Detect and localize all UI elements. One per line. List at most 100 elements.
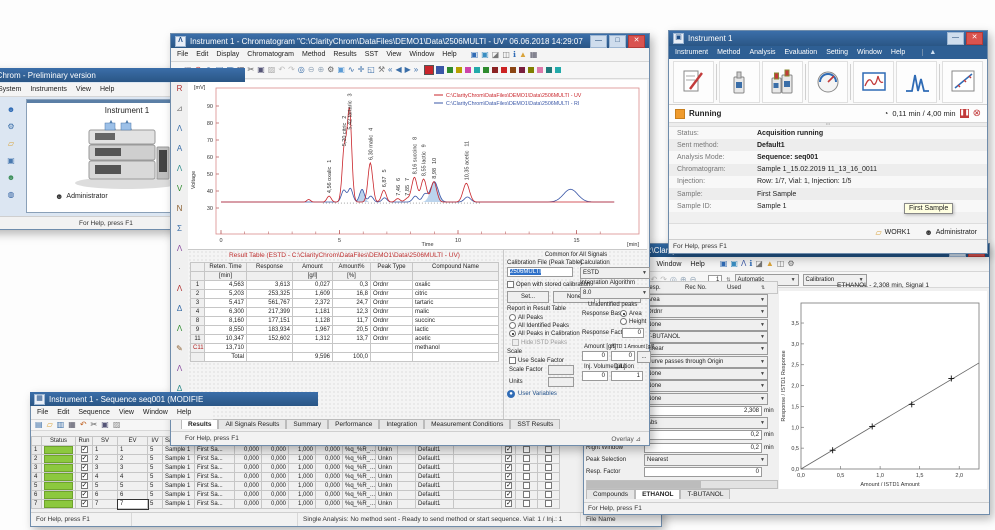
run-checkbox[interactable] [76, 464, 93, 473]
export-icon[interactable]: ▲ [766, 259, 774, 269]
signal-color-square[interactable] [537, 67, 543, 73]
overlay-toggle[interactable]: Overlay ⊿ [611, 435, 641, 443]
chromatogram-chart-pane[interactable]: 05101530405060708090[mV]VoltageTime[min]… [188, 80, 647, 249]
menu-method[interactable]: Method [717, 49, 740, 56]
run-checkbox[interactable] [502, 455, 516, 464]
menu-help[interactable]: Help [177, 409, 191, 416]
project-button[interactable]: ▱ WORK1 [876, 228, 911, 237]
param-select[interactable]: Curve passes through Origin▼ [644, 356, 768, 368]
minimize-button[interactable]: — [590, 35, 607, 48]
signal-color-square[interactable] [483, 67, 489, 73]
chromatogram-peaks-icon[interactable] [896, 61, 937, 103]
signal-color-square[interactable] [465, 67, 471, 73]
undo-icon[interactable]: ↶ [80, 420, 87, 430]
param-select[interactable]: None▼ [644, 319, 768, 331]
menu-results[interactable]: Results [333, 51, 356, 58]
menu-view[interactable]: View [119, 409, 134, 416]
radio-height[interactable]: Height [620, 318, 646, 325]
run-checkbox[interactable] [76, 473, 93, 482]
menu-window[interactable]: Window [857, 49, 882, 56]
run-checkbox[interactable] [76, 446, 93, 455]
chromatogram-plot[interactable]: 05101530405060708090[mV]VoltageTime[min]… [188, 80, 647, 249]
menu-sequence[interactable]: Sequence [78, 409, 110, 416]
close-button[interactable]: ✕ [966, 32, 983, 45]
radio-all-peaks[interactable]: All Peaks [509, 314, 543, 321]
move-icon[interactable]: ✛ [358, 65, 365, 75]
undo-icon[interactable]: ↶ [278, 65, 285, 75]
peak6-icon[interactable]: Λ [177, 324, 182, 334]
run-checkbox[interactable] [502, 464, 516, 473]
menu-window[interactable]: Window [143, 409, 168, 416]
result-row[interactable]: Total9,596100,0 [191, 353, 499, 362]
users-icon[interactable]: ☻ [7, 173, 15, 183]
istd-more-button[interactable]: ... [637, 351, 651, 363]
print-icon[interactable]: ▦ [68, 420, 76, 430]
info-icon[interactable]: ℹ [749, 259, 752, 269]
tab-measurement-conditions[interactable]: Measurement Conditions [424, 419, 510, 429]
param-select[interactable]: Linear▼ [644, 343, 768, 355]
menu-view[interactable]: View [386, 51, 401, 58]
single-analysis-icon[interactable] [719, 61, 760, 103]
dilution-input[interactable]: 1 [611, 371, 643, 381]
run-checkbox[interactable] [502, 500, 516, 509]
menu-chromatogram[interactable]: Chromatogram [247, 51, 294, 58]
menu-system[interactable]: System [0, 86, 21, 93]
set-button[interactable]: Set... [507, 291, 549, 303]
folder-icon[interactable]: ▱ [8, 139, 14, 149]
run-checkbox[interactable] [502, 446, 516, 455]
instrument-icon[interactable]: ▣ [7, 156, 15, 166]
radio-peaks-in-calibration[interactable]: All Peaks in Calibration [509, 330, 580, 337]
print-preview-icon[interactable]: ▦ [530, 50, 538, 60]
cursor-icon[interactable]: R [177, 84, 183, 94]
redo-icon[interactable]: ↷ [288, 65, 295, 75]
tab-integration[interactable]: Integration [379, 419, 424, 429]
stop-icon[interactable]: ❚❚ [960, 109, 969, 118]
menu-instrument[interactable]: Instrument [675, 49, 708, 56]
run-checkbox[interactable] [76, 482, 93, 491]
sequence-icon[interactable] [762, 61, 803, 103]
peak7-icon[interactable]: Λ [177, 364, 182, 374]
clarity-icon[interactable]: ▲ [922, 49, 936, 56]
zoom-out-icon[interactable]: ⊖ [308, 65, 315, 75]
param-select[interactable]: T-BUTANOL▼ [644, 331, 768, 343]
run-checkbox[interactable] [76, 491, 93, 500]
peak5-icon[interactable]: Δ [177, 304, 182, 314]
peak4-icon[interactable]: Λ [177, 284, 182, 294]
signal-color-square[interactable] [510, 67, 516, 73]
param-select[interactable]: None▼ [644, 368, 768, 380]
param-input[interactable]: 2,308 [644, 406, 762, 416]
param-select[interactable]: None▼ [644, 393, 768, 405]
menu-evaluation[interactable]: Evaluation [785, 49, 818, 56]
export-icon[interactable]: ▲ [519, 50, 527, 60]
calibration-chart[interactable]: 0,00,51,01,52,00,00,51,01,52,02,53,03,5A… [779, 291, 987, 489]
last-icon[interactable]: » [414, 65, 418, 75]
tab-ethanol[interactable]: ETHANOL [635, 489, 680, 499]
zoom-reset-icon[interactable]: ⊕ [317, 65, 324, 75]
result-row[interactable]: 35,417561,7672,37224,7Ordnrtartaric [191, 299, 499, 308]
tab-results[interactable]: Results [181, 419, 218, 429]
menu-file[interactable]: File [37, 409, 48, 416]
copy-icon[interactable]: ▣ [101, 420, 109, 430]
chromatogram-title-bar[interactable]: Λ Instrument 1 - Chromatogram "C:\Clarit… [171, 34, 649, 48]
gear-icon[interactable]: ⚙ [7, 122, 14, 132]
window-icon[interactable]: ◫ [502, 50, 510, 60]
integration-select[interactable]: 8.0▼ [580, 287, 650, 299]
menu-setting[interactable]: Setting [826, 49, 848, 56]
window-icon[interactable]: ◫ [777, 259, 785, 269]
tab-compounds[interactable]: Compounds [586, 489, 635, 499]
uv-signal-icon[interactable]: ▣ [720, 259, 728, 269]
fullscreen-icon[interactable]: ◱ [367, 65, 375, 75]
use-scale-checkbox[interactable]: Use Scale Factor [509, 357, 564, 364]
sequence-table[interactable]: StatusRunSVEVI/VSample ID 1115Sample 1Fi… [31, 436, 560, 509]
radio-area[interactable]: Area [620, 310, 642, 317]
overlay-icon[interactable]: ◪ [492, 50, 500, 60]
new-icon[interactable]: ▤ [35, 420, 43, 430]
data-acquisition-icon[interactable] [853, 61, 894, 103]
paste-icon[interactable]: ▨ [113, 420, 121, 430]
close-button[interactable]: ✕ [628, 35, 645, 48]
signal-color-square[interactable] [447, 67, 453, 73]
dot-icon[interactable]: · [178, 264, 181, 274]
tab-t-butanol[interactable]: T-BUTANOL [680, 489, 730, 499]
menu-instruments[interactable]: Instruments [30, 86, 67, 93]
calib-file-input[interactable]: 2506MULTI [507, 267, 573, 277]
